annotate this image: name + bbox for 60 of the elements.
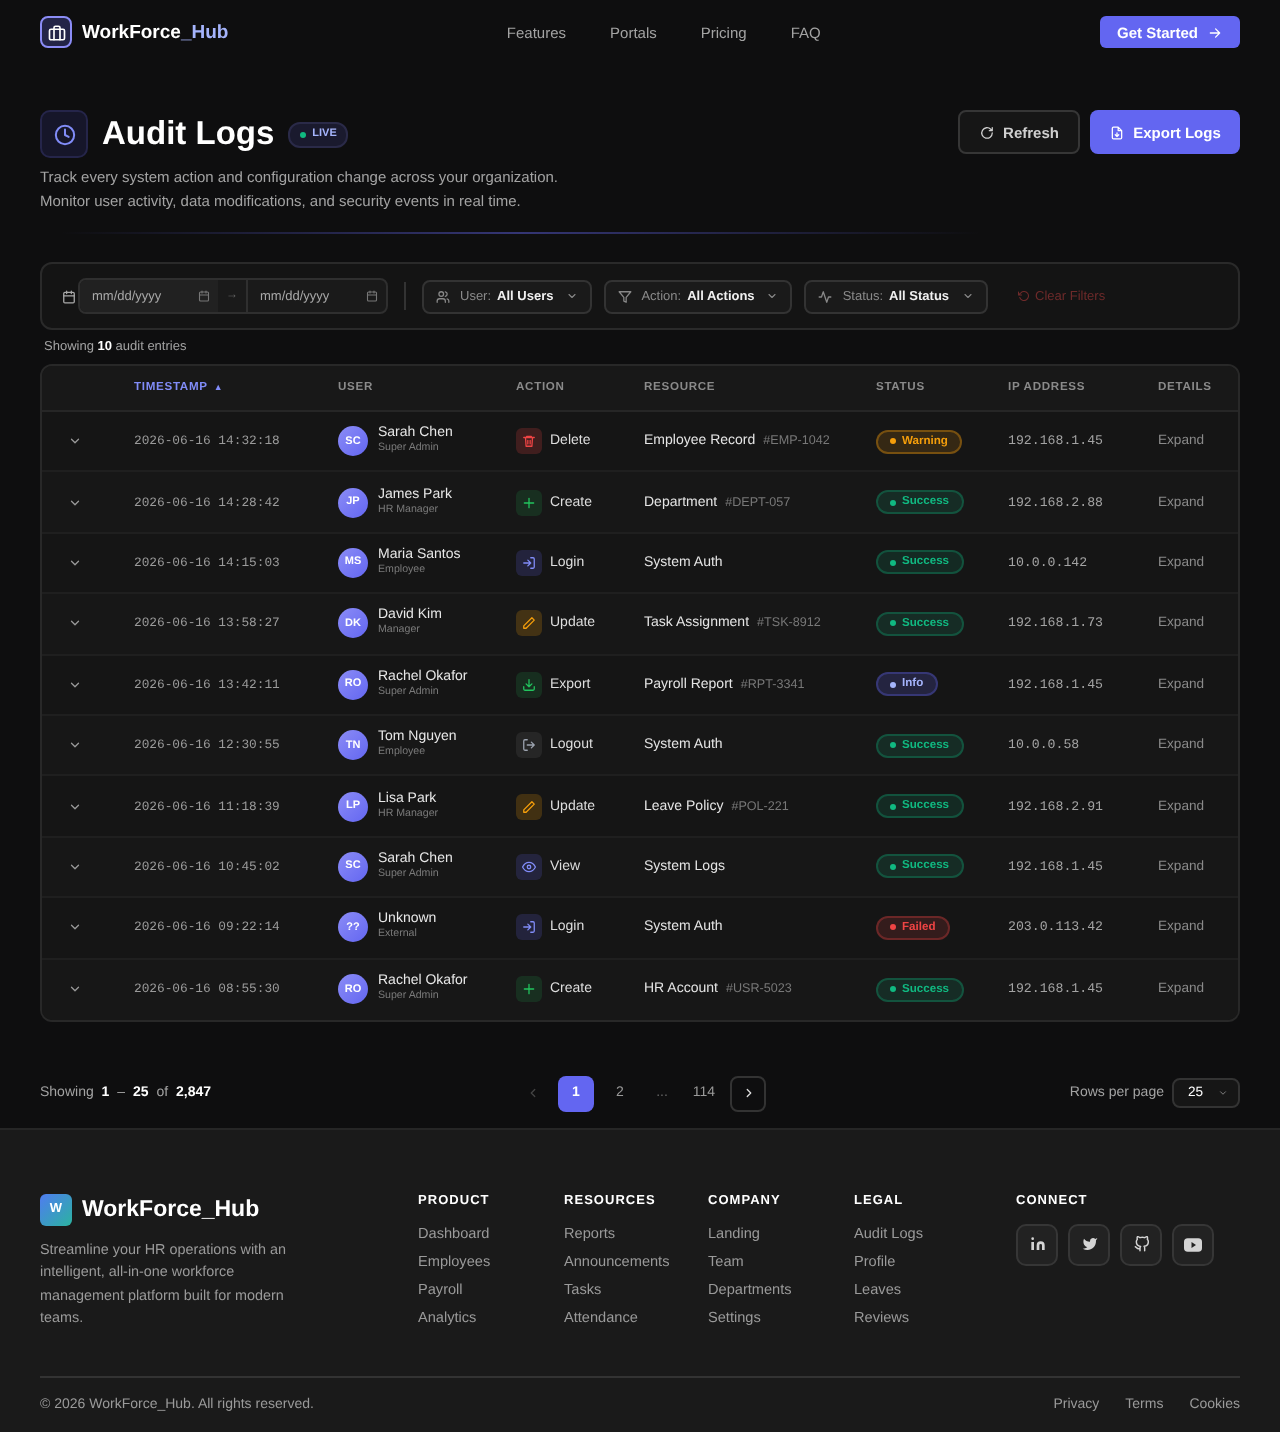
sign-out-icon (516, 732, 542, 759)
download-icon (516, 671, 542, 698)
youtube-icon (1184, 1237, 1202, 1252)
plus-icon (516, 976, 542, 1003)
pencil-icon (516, 793, 542, 820)
filter-icon (617, 289, 632, 303)
twitter-link[interactable] (1068, 1223, 1110, 1266)
briefcase-icon (40, 16, 72, 48)
eye-icon (516, 853, 542, 880)
brand-name: WorkForce_Hub (82, 1197, 260, 1222)
file-download-icon (1109, 125, 1124, 139)
calendar-icon[interactable] (366, 290, 378, 302)
reset-icon (1017, 290, 1030, 302)
chevron-down-icon[interactable] (68, 799, 82, 814)
status-dot-icon (890, 438, 896, 445)
status-dot-icon (890, 863, 896, 870)
live-dot-icon (300, 131, 307, 137)
arrow-right-icon (1207, 25, 1222, 39)
chevron-down-icon (961, 290, 974, 302)
clock-icon (40, 110, 88, 158)
chevron-down-icon[interactable] (68, 677, 82, 692)
chevron-down-icon[interactable] (68, 495, 82, 510)
chevron-down-icon[interactable] (68, 555, 82, 570)
linkedin-link[interactable] (1016, 1223, 1058, 1266)
refresh-icon (979, 125, 994, 139)
chevron-down-icon (565, 290, 578, 302)
chevron-down-icon[interactable] (68, 434, 82, 449)
status-dot-icon (890, 681, 896, 688)
youtube-link[interactable] (1172, 1223, 1214, 1266)
chevron-down-icon[interactable] (68, 982, 82, 997)
chevron-down-icon[interactable] (68, 738, 82, 753)
github-link[interactable] (1120, 1223, 1162, 1266)
status-dot-icon (890, 803, 896, 810)
twitter-icon (1081, 1236, 1097, 1253)
calendar-icon (62, 289, 76, 303)
chevron-down-icon[interactable] (68, 859, 82, 874)
pulse-icon (818, 289, 833, 303)
plus-icon (516, 489, 542, 516)
linkedin-icon (1029, 1236, 1045, 1253)
status-dot-icon (890, 559, 896, 566)
pencil-icon (516, 610, 542, 637)
users-icon (436, 289, 450, 303)
calendar-icon[interactable] (198, 290, 210, 302)
brand-name: WorkForce_Hub (82, 21, 229, 43)
trash-icon (516, 428, 542, 455)
page-title: Audit Logs (102, 114, 275, 156)
status-dot-icon (890, 986, 896, 993)
status-dot-icon (890, 499, 896, 506)
github-icon (1133, 1236, 1149, 1253)
status-dot-icon (890, 742, 896, 749)
status-dot-icon (890, 620, 896, 627)
chevron-down-icon[interactable] (68, 616, 82, 631)
chevron-down-icon (1218, 1088, 1228, 1099)
status-dot-icon (890, 924, 896, 931)
chevron-down-icon[interactable] (68, 920, 82, 935)
chevron-left-icon (525, 1086, 539, 1101)
sign-in-icon (516, 914, 542, 941)
chevron-down-icon (766, 290, 779, 302)
chevron-right-icon (741, 1086, 755, 1101)
sign-in-icon (516, 549, 542, 576)
